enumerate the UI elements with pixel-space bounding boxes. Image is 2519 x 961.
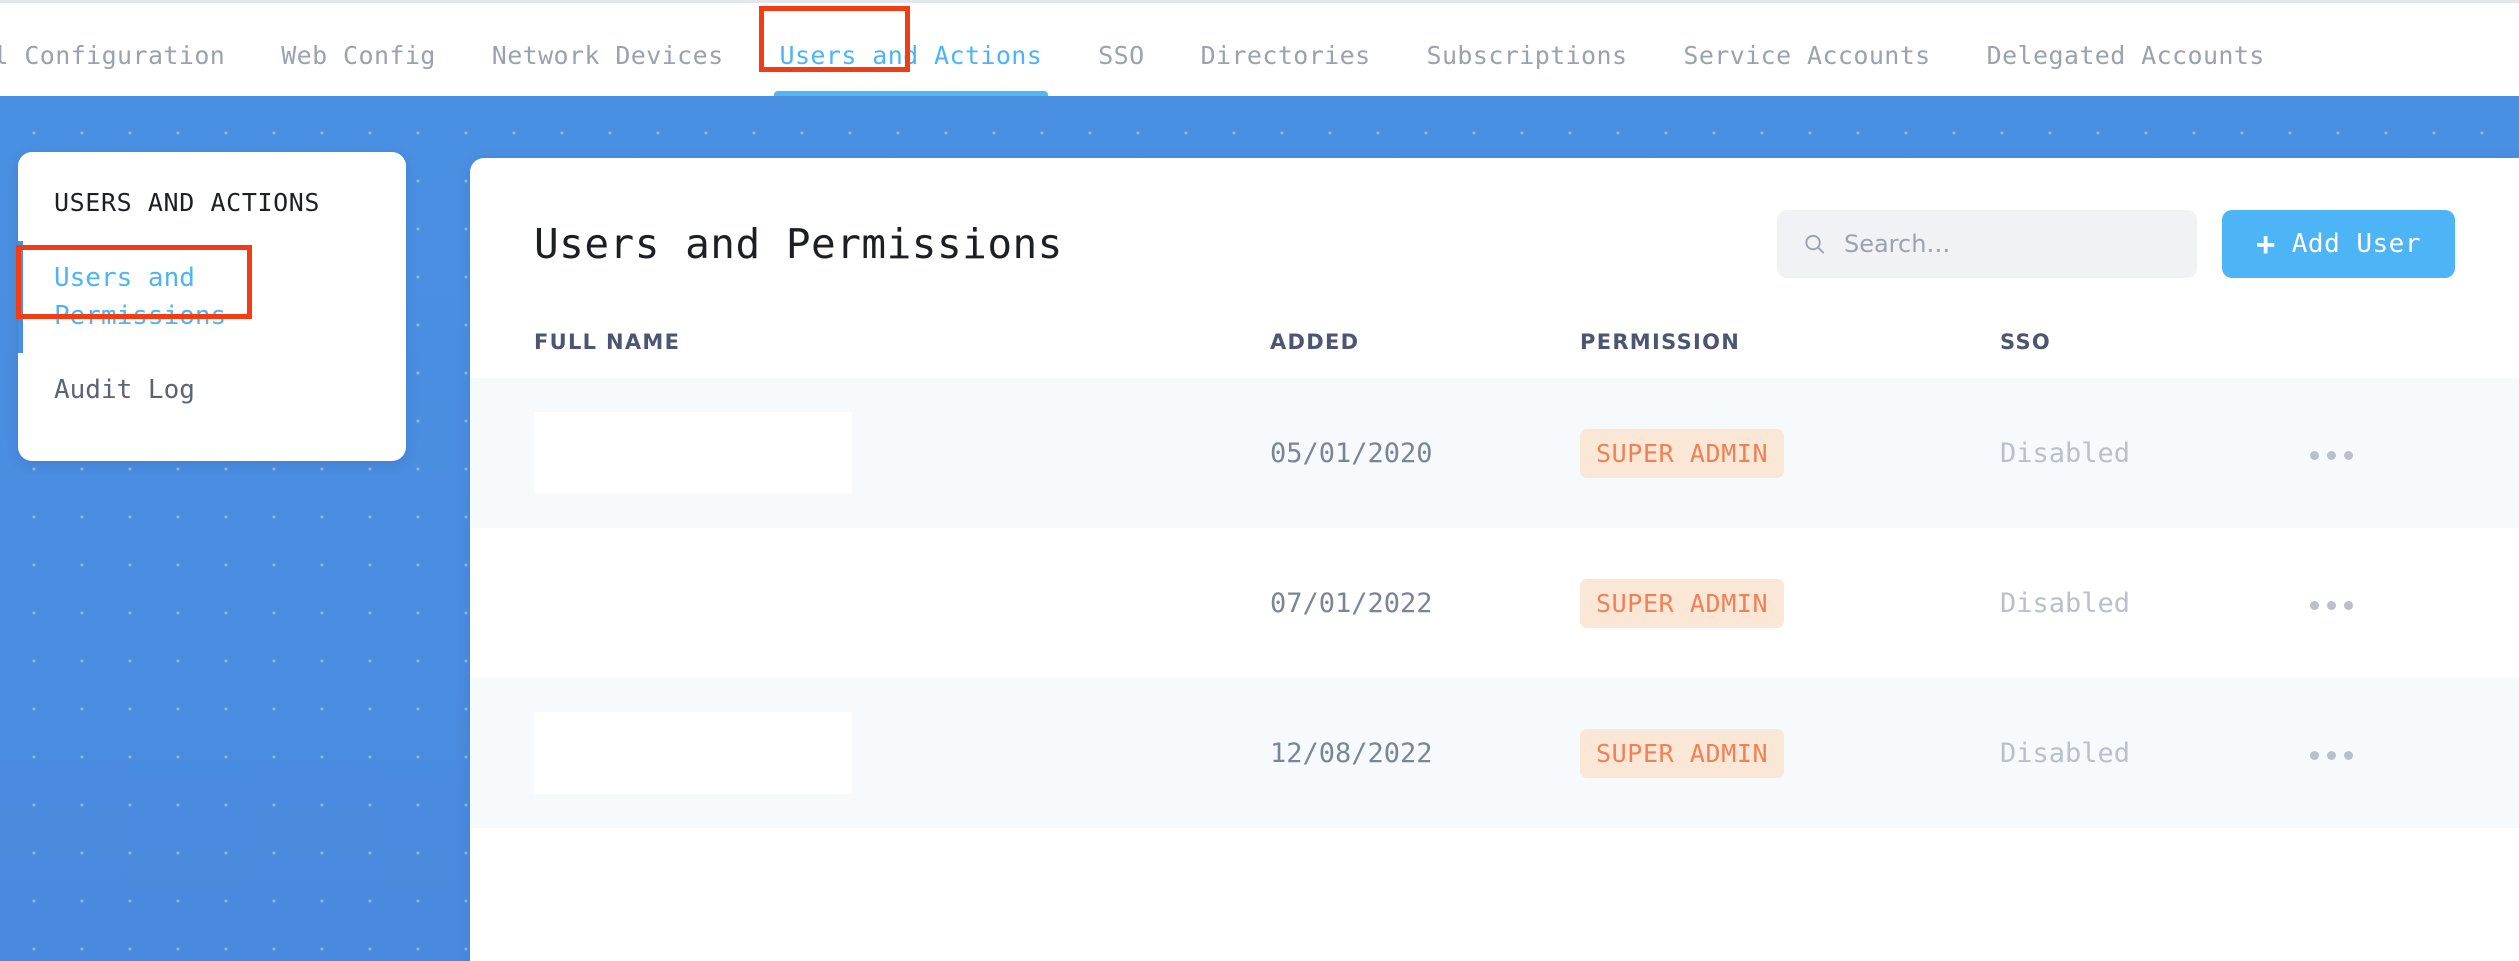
tab-label: SSO [1098,41,1145,70]
sidebar-title: USERS AND ACTIONS [54,188,321,217]
more-options-icon[interactable] [2300,741,2363,770]
tab-label: Service Accounts [1683,41,1931,70]
column-header-permission: PERMISSION [1580,330,1741,354]
sidebar-item-label: Audit Log [54,375,195,405]
column-header-added: ADDED [1270,330,1360,354]
top-navigation-bar: il Configuration Web Config Network Devi… [0,0,2519,99]
tab-delegated-accounts[interactable]: Delegated Accounts [1959,3,2293,99]
cell-actions [2300,586,2455,620]
cell-permission: SUPER ADMIN [1580,578,2000,628]
search-box[interactable] [1777,210,2197,278]
more-options-icon[interactable] [2300,591,2363,620]
cell-actions [2300,436,2455,470]
tab-web-config[interactable]: Web Config [253,3,464,99]
table-row[interactable]: 07/01/2022 SUPER ADMIN Disabled [470,528,2519,678]
header-controls: + Add User [1777,210,2455,278]
status-badge: SUPER ADMIN [1580,428,1785,478]
tab-sso[interactable]: SSO [1070,3,1172,99]
table-row[interactable]: 12/08/2022 SUPER ADMIN Disabled [470,678,2519,828]
redacted-name-block [534,412,852,494]
tab-service-accounts[interactable]: Service Accounts [1655,3,1958,99]
search-icon [1805,234,1825,254]
tab-network-devices[interactable]: Network Devices [464,3,752,99]
status-badge: SUPER ADMIN [1580,578,1785,628]
main-content-panel: Users and Permissions + Add User FULL NA… [470,158,2519,961]
tab-subscriptions[interactable]: Subscriptions [1399,3,1656,99]
cell-added: 07/01/2022 [1270,587,1433,619]
cell-full-name [470,412,1270,494]
status-badge: SUPER ADMIN [1580,728,1785,778]
tab-label: Directories [1200,41,1371,70]
table-row[interactable] [470,828,2519,961]
nav-tab-list: il Configuration Web Config Network Devi… [0,3,2519,99]
content-header: Users and Permissions + Add User [470,158,2519,278]
table-row[interactable]: 05/01/2020 SUPER ADMIN Disabled [470,378,2519,528]
sidebar-item-audit-log[interactable]: Audit Log [18,353,406,427]
cell-permission: SUPER ADMIN [1580,728,2000,778]
search-input[interactable] [1841,229,2171,259]
users-table: FULL NAME ADDED PERMISSION SSO 05/01/202… [470,330,2519,961]
cell-permission: SUPER ADMIN [1580,428,2000,478]
add-user-button[interactable]: + Add User [2222,210,2455,278]
redacted-name-block [534,712,852,794]
tab-directories[interactable]: Directories [1173,3,1399,99]
column-header-sso: SSO [2000,330,2052,354]
tab-label: Subscriptions [1426,41,1628,70]
add-user-button-label: Add User [2291,229,2421,259]
more-options-icon[interactable] [2300,441,2363,470]
tab-il-configuration[interactable]: il Configuration [0,3,253,99]
table-header-row: FULL NAME ADDED PERMISSION SSO [470,330,2519,378]
page-title: Users and Permissions [534,220,1063,268]
cell-full-name [470,712,1270,794]
tab-label: Delegated Accounts [1986,41,2265,70]
tab-label: Network Devices [491,41,724,70]
column-header-full-name: FULL NAME [534,330,681,354]
cell-full-name [470,562,1270,644]
cell-actions [2300,736,2455,770]
cell-sso: Disabled [2000,587,2131,619]
tab-label: Web Config [281,41,436,70]
cell-added: 12/08/2022 [1270,737,1433,769]
sidebar-item-users-and-permissions[interactable]: Users and Permissions [18,241,406,353]
cell-sso: Disabled [2000,737,2131,769]
tab-label: Users and Actions [779,41,1043,70]
sidebar-item-label: Users and Permissions [54,263,227,331]
cell-added: 05/01/2020 [1270,437,1433,469]
cell-sso: Disabled [2000,437,2131,469]
plus-icon: + [2256,225,2276,263]
redacted-name-block [534,562,852,644]
tab-users-and-actions[interactable]: Users and Actions [752,3,1071,99]
tab-label: il Configuration [0,41,226,70]
sidebar-panel: USERS AND ACTIONS Users and Permissions … [18,152,406,461]
